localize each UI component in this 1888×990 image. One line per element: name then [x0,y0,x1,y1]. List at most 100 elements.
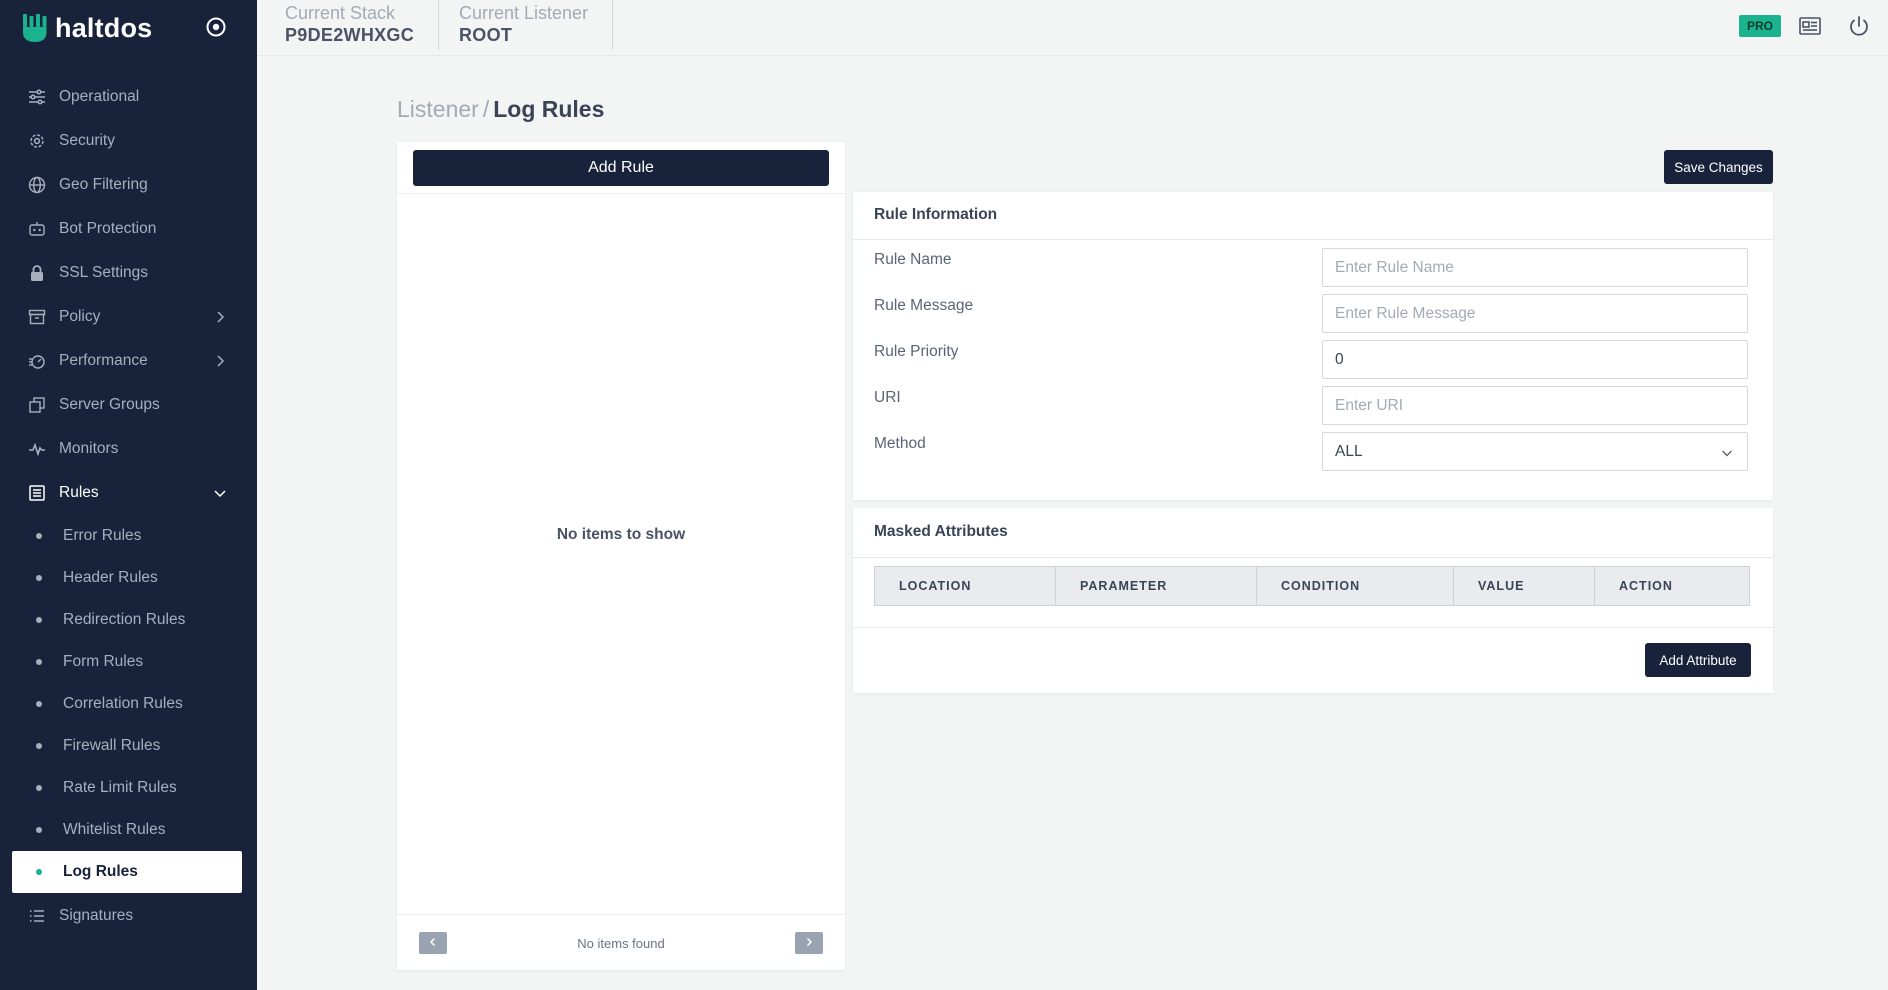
add-rule-button[interactable]: Add Rule [413,150,829,186]
pro-badge: PRO [1739,15,1781,37]
lock-icon [26,262,48,284]
brand-logo[interactable]: haltdos [22,12,152,44]
add-attribute-button[interactable]: Add Attribute [1645,643,1751,677]
sidebar-item-performance[interactable]: Performance [12,341,242,381]
rules-list-panel: Add Rule No items to show No items found [397,142,845,970]
bullet-icon [36,869,42,875]
current-listener[interactable]: Current Listener ROOT [431,0,614,50]
sidebar: haltdos Operational Security Geo Filteri… [0,0,257,990]
speedometer-icon [26,350,48,372]
news-icon[interactable] [1798,14,1822,38]
column-header-parameter[interactable]: PARAMETER [1056,567,1257,605]
pulse-icon [26,438,48,460]
column-header-value[interactable]: VALUE [1454,567,1595,605]
power-icon[interactable] [1847,14,1871,38]
sidebar-item-geo-filtering[interactable]: Geo Filtering [12,165,242,205]
sidebar-item-rules[interactable]: Rules [12,473,242,513]
masked-attributes-table-header: LOCATION PARAMETER CONDITION VALUE ACTIO… [874,566,1750,606]
sidebar-subitem-label: Firewall Rules [63,737,161,754]
page-title: Log Rules [493,96,605,122]
column-header-location[interactable]: LOCATION [875,567,1056,605]
sidebar-item-operational[interactable]: Operational [12,77,242,117]
sidebar-item-label: Geo Filtering [59,176,148,193]
rule-message-input[interactable] [1322,294,1748,333]
rule-name-input[interactable] [1322,248,1748,287]
sidebar-subitem-label: Rate Limit Rules [63,779,177,796]
save-changes-button[interactable]: Save Changes [1664,150,1773,184]
target-settings-icon[interactable] [205,16,227,38]
sidebar-item-label: Server Groups [59,396,160,413]
sidebar-subitem-form-rules[interactable]: Form Rules [12,642,242,682]
breadcrumb: Listener / Log Rules [397,96,604,123]
current-stack-value: P9DE2WHXGC [285,25,415,45]
archive-icon [26,306,48,328]
bullet-icon [36,575,42,581]
current-stack[interactable]: Current Stack P9DE2WHXGC [257,0,440,50]
current-listener-label: Current Listener [459,3,589,23]
sidebar-subitem-label: Form Rules [63,653,144,670]
sidebar-item-ssl-settings[interactable]: SSL Settings [12,253,242,293]
chevron-right-icon [212,309,228,325]
sidebar-item-policy[interactable]: Policy [12,297,242,337]
brand-name: haltdos [55,12,153,43]
column-header-condition[interactable]: CONDITION [1257,567,1454,605]
next-page-button[interactable] [795,932,823,954]
rule-information-card: Rule Information Rule Name Rule Message … [853,192,1773,500]
sidebar-subitem-whitelist-rules[interactable]: Whitelist Rules [12,810,242,850]
current-stack-label: Current Stack [285,3,396,23]
divider [853,627,1773,628]
breadcrumb-parent[interactable]: Listener [397,96,479,122]
sidebar-item-label: SSL Settings [59,264,149,281]
uri-label: URI [874,389,901,406]
divider [397,193,845,194]
bullet-icon [36,743,42,749]
sidebar-subitem-label: Correlation Rules [63,695,183,712]
sidebar-subitem-label: Log Rules [63,863,138,880]
sidebar-subitem-firewall-rules[interactable]: Firewall Rules [12,726,242,766]
sidebar-subitem-label: Header Rules [63,569,158,586]
bullet-icon [36,617,42,623]
sidebar-item-label: Operational [59,88,140,105]
sidebar-subitem-label: Whitelist Rules [63,821,166,838]
sidebar-item-server-groups[interactable]: Server Groups [12,385,242,425]
sidebar-item-label: Bot Protection [59,220,157,237]
empty-state-text: No items to show [556,526,686,543]
uri-input[interactable] [1322,386,1748,425]
bullet-icon [36,827,42,833]
sidebar-item-signatures[interactable]: Signatures [12,896,242,936]
sidebar-item-label: Security [59,132,115,149]
sidebar-subitem-log-rules[interactable]: Log Rules [12,851,242,893]
pager-status: No items found [577,936,665,951]
sidebar-subitem-rate-limit-rules[interactable]: Rate Limit Rules [12,768,242,808]
globe-icon [26,174,48,196]
masked-attributes-title: Masked Attributes [874,523,1008,540]
divider [853,239,1773,240]
rule-priority-label: Rule Priority [874,343,959,360]
divider [853,557,1773,558]
method-selected-value: ALL [1335,442,1363,460]
pagination: No items found [397,914,845,970]
sidebar-item-security[interactable]: Security [12,121,242,161]
sidebar-subitem-error-rules[interactable]: Error Rules [12,516,242,556]
sidebar-subitem-correlation-rules[interactable]: Correlation Rules [12,684,242,724]
sidebar-subitem-header-rules[interactable]: Header Rules [12,558,242,598]
bullet-icon [36,533,42,539]
haltdos-logo-icon [22,13,48,43]
sidebar-item-monitors[interactable]: Monitors [12,429,242,469]
sidebar-item-bot-protection[interactable]: Bot Protection [12,209,242,249]
method-select[interactable]: ALL [1322,432,1748,471]
sidebar-item-label: Rules [59,484,99,501]
sidebar-subitem-redirection-rules[interactable]: Redirection Rules [12,600,242,640]
chevron-right-icon [212,353,228,369]
sidebar-subitem-label: Redirection Rules [63,611,186,628]
rule-priority-input[interactable] [1322,340,1748,379]
top-bar: Current Stack P9DE2WHXGC Current Listene… [257,0,1888,56]
gear-icon [26,130,48,152]
current-listener-value: ROOT [459,25,513,45]
rule-message-label: Rule Message [874,297,974,314]
chevron-down-icon [1719,445,1735,461]
rule-name-label: Rule Name [874,251,952,268]
copy-icon [26,394,48,416]
chevron-down-icon [212,485,228,501]
column-header-action[interactable]: ACTION [1595,567,1749,605]
